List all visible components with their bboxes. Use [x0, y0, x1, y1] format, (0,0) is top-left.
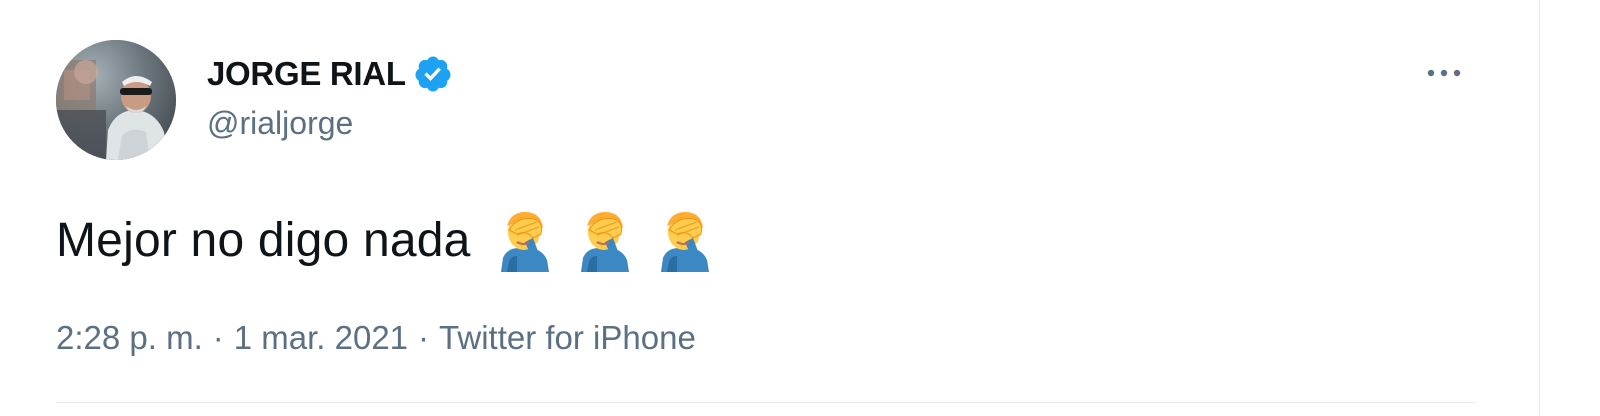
tweet-source-link[interactable]: Twitter for iPhone	[439, 316, 696, 360]
tweet-metadata: 2:28 p. m. · 1 mar. 2021 · Twitter for i…	[56, 316, 696, 360]
tweet-body: Mejor no digo nada	[56, 208, 711, 272]
avatar-photo-icon	[56, 40, 176, 160]
tweet-text: Mejor no digo nada	[56, 213, 471, 267]
tweet-card: JORGE RIAL @rialjorge Mejor no digo nada	[0, 0, 1540, 416]
tweet-date-link[interactable]: 1 mar. 2021	[234, 316, 408, 360]
tweet-time-link[interactable]: 2:28 p. m.	[56, 316, 203, 360]
author-display-name[interactable]: JORGE RIAL	[207, 52, 406, 96]
more-options-button[interactable]	[1420, 58, 1468, 88]
tweet-emojis	[497, 208, 711, 272]
man-facepalming-emoji-icon	[657, 208, 711, 272]
man-facepalming-emoji-icon	[577, 208, 631, 272]
man-facepalming-emoji-icon	[497, 208, 551, 272]
more-options-icon	[1427, 69, 1461, 77]
meta-separator: ·	[212, 319, 224, 356]
avatar[interactable]	[56, 40, 176, 160]
author-name-row: JORGE RIAL	[207, 52, 453, 96]
meta-separator: ·	[418, 319, 430, 356]
author-handle[interactable]: @rialjorge	[207, 103, 353, 143]
tweet-screenshot: JORGE RIAL @rialjorge Mejor no digo nada	[0, 0, 1600, 416]
verified-badge-icon	[413, 54, 453, 94]
divider	[56, 402, 1476, 403]
